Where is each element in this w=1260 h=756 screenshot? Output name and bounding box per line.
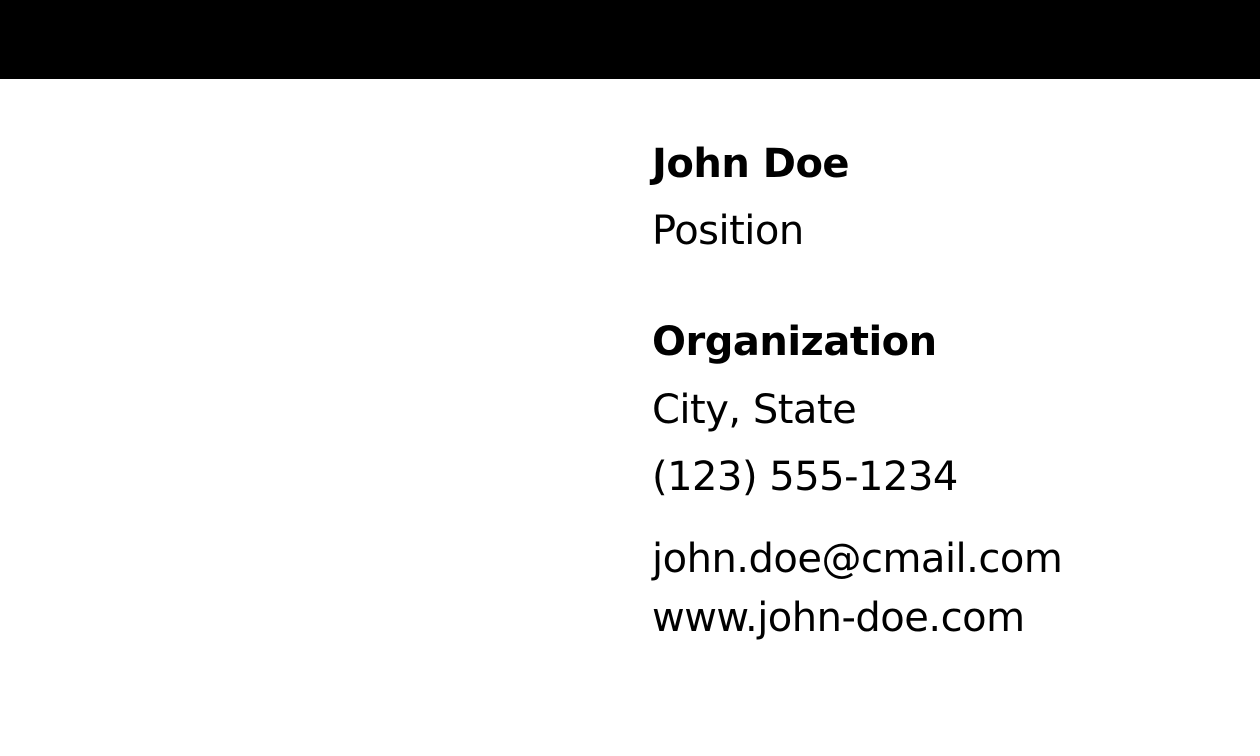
organization-name: Organization	[652, 319, 937, 365]
location-text: City, State	[652, 387, 857, 433]
top-black-bar	[0, 0, 1260, 79]
email-address: john.doe@cmail.com	[652, 536, 1063, 582]
person-position: Position	[652, 208, 804, 254]
person-name: John Doe	[652, 141, 850, 187]
website-url: www.john-doe.com	[652, 595, 1025, 641]
phone-number: (123) 555-1234	[652, 454, 958, 500]
